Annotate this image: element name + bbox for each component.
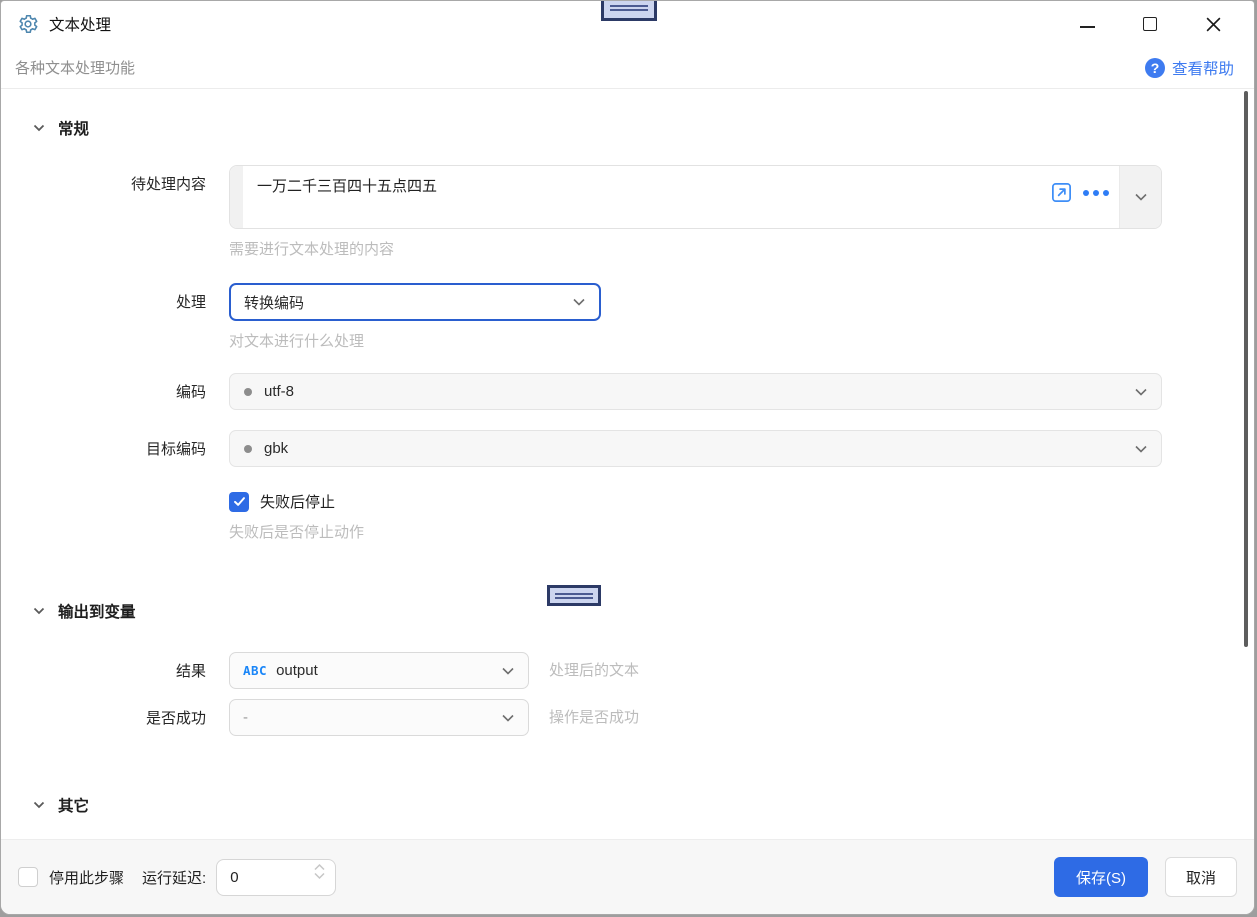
more-options-icon[interactable] [1083,181,1109,204]
success-variable-value: - [243,709,248,726]
result-help: 处理后的文本 [549,662,640,679]
encoding-label: 编码 [175,384,206,401]
encoding-select[interactable]: utf-8 [229,373,1162,410]
chevron-down-icon [314,872,325,879]
stop-on-fail-checkbox[interactable]: 失败后停止 [229,491,1162,512]
stop-on-fail-label: 失败后停止 [260,494,336,511]
success-variable-select[interactable]: - [229,699,529,736]
disable-step-label: 停用此步骤 [49,869,125,887]
section-output[interactable]: 输出到变量 [1,600,1254,622]
process-select-value: 转换编码 [244,294,305,312]
window-title: 文本处理 [49,17,112,34]
chevron-down-icon [33,801,45,809]
chevron-down-icon [571,294,587,310]
chevron-down-icon [1134,193,1147,201]
delay-label: 运行延迟: [142,869,207,887]
option-bullet-icon [244,444,252,453]
content-field-label: 待处理内容 [130,176,206,193]
dialog-subtitle: 各种文本处理功能 [15,60,136,77]
close-button[interactable] [1205,16,1222,33]
section-other-label: 其它 [58,798,90,815]
text-process-dialog: 文本处理 各种文本处理功能 ? 查看帮助 常规 待处理内容 一万二千三百四十五点… [0,0,1255,915]
target-encoding-label: 目标编码 [145,441,206,458]
section-general[interactable]: 常规 [1,117,1254,139]
content-input[interactable]: 一万二千三百四十五点四五 [229,165,1162,229]
vertical-scrollbar[interactable] [1244,91,1248,647]
view-help-link[interactable]: ? 查看帮助 [1144,57,1234,79]
process-help: 对文本进行什么处理 [229,333,365,350]
section-output-label: 输出到变量 [58,604,136,621]
success-label: 是否成功 [145,710,206,727]
chevron-down-icon [500,710,516,726]
checkbox-unchecked-icon [18,867,38,887]
sub-header: 各种文本处理功能 ? 查看帮助 [1,47,1254,89]
target-encoding-select[interactable]: gbk [229,430,1162,467]
chevron-down-icon [33,607,45,615]
success-row: 是否成功 - 操作是否成功 [1,699,1254,736]
maximize-button[interactable] [1143,17,1157,31]
chevron-down-icon [33,124,45,132]
encoding-row: 编码 utf-8 [1,373,1254,410]
number-stepper[interactable] [313,863,326,880]
delay-input-wrap [216,858,337,896]
section-other[interactable]: 其它 [1,794,1254,816]
help-label: 查看帮助 [1171,60,1234,78]
minimize-button[interactable] [1080,26,1095,28]
chevron-down-icon [500,663,516,679]
content-input-expand[interactable] [1119,166,1161,228]
disable-step-checkbox[interactable]: 停用此步骤 [18,867,124,888]
open-external-icon[interactable] [1050,181,1073,204]
drag-handle-top[interactable] [601,1,657,21]
option-bullet-icon [244,387,252,396]
success-help: 操作是否成功 [549,709,640,726]
drag-handle-middle[interactable] [547,585,601,606]
process-row: 处理 转换编码 对文本进行什么处理 [1,283,1254,351]
chevron-down-icon [1133,441,1149,457]
dialog-footer: 停用此步骤 运行延迟: 保存(S) 取消 [1,839,1254,914]
stop-on-fail-help: 失败后是否停止动作 [229,524,365,541]
content-input-value: 一万二千三百四十五点四五 [257,178,438,195]
variable-type-tag: ABC [243,663,268,678]
dialog-content: 常规 待处理内容 一万二千三百四十五点四五 需要进行文本处理的内容 处理 转换编… [1,89,1254,839]
cancel-button[interactable]: 取消 [1164,857,1237,897]
window-controls [1080,16,1222,33]
encoding-select-value: utf-8 [264,383,295,400]
target-encoding-row: 目标编码 gbk [1,430,1254,467]
stop-on-fail-row: 失败后停止 失败后是否停止动作 [1,491,1254,542]
save-button[interactable]: 保存(S) [1053,857,1148,897]
result-row: 结果 ABC output 处理后的文本 [1,652,1254,689]
checkbox-checked-icon [229,491,249,512]
process-label: 处理 [175,294,206,311]
help-icon: ? [1144,57,1165,78]
process-select[interactable]: 转换编码 [229,283,601,321]
result-variable-value: output [276,662,318,679]
result-variable-select[interactable]: ABC output [229,652,529,689]
content-field-help: 需要进行文本处理的内容 [229,241,395,258]
target-encoding-select-value: gbk [264,440,289,457]
result-label: 结果 [175,663,206,680]
chevron-down-icon [1133,384,1149,400]
chevron-up-icon [314,863,325,870]
section-general-label: 常规 [58,121,90,138]
gear-icon [17,13,39,35]
content-input-gutter [230,166,243,228]
content-field-row: 待处理内容 一万二千三百四十五点四五 需要进行文本处理的内容 [1,165,1254,259]
